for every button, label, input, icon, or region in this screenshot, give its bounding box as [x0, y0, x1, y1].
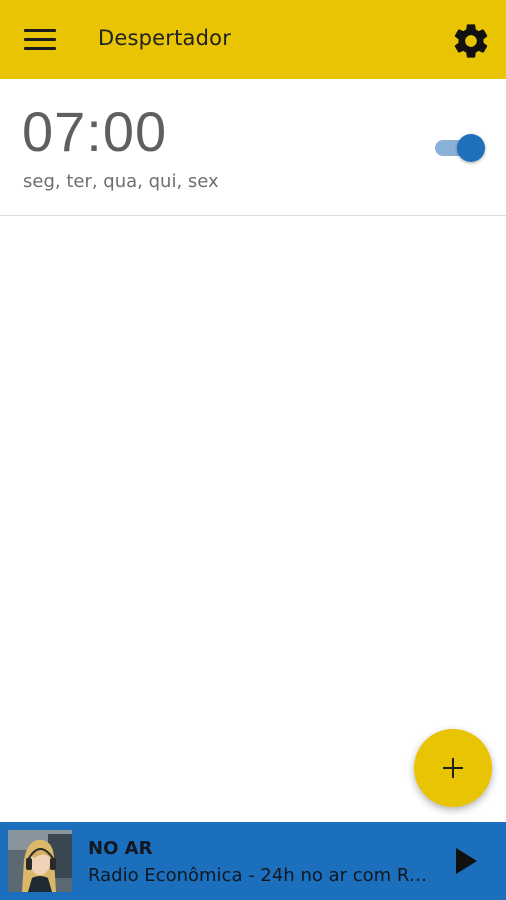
radio-player-bar[interactable]: NO AR Radio Econômica - 24h no ar com Ra… — [0, 822, 506, 900]
app-bar: Despertador — [0, 0, 506, 79]
alarm-time: 07:00 — [22, 100, 168, 163]
menu-icon[interactable] — [24, 29, 56, 51]
player-status: NO AR — [88, 838, 153, 859]
station-name: Radio Econômica - 24h no ar com Radio Ec… — [88, 865, 433, 886]
alarm-item[interactable]: 07:00 seg, ter, qua, qui, sex — [0, 79, 506, 216]
play-icon[interactable] — [452, 845, 480, 877]
add-alarm-button[interactable] — [414, 729, 492, 807]
alarm-toggle[interactable] — [433, 133, 485, 162]
toggle-thumb — [457, 134, 485, 162]
page-title: Despertador — [98, 26, 232, 50]
station-thumbnail — [8, 830, 72, 892]
gear-icon[interactable] — [451, 21, 491, 61]
alarm-days: seg, ter, qua, qui, sex — [23, 171, 219, 192]
